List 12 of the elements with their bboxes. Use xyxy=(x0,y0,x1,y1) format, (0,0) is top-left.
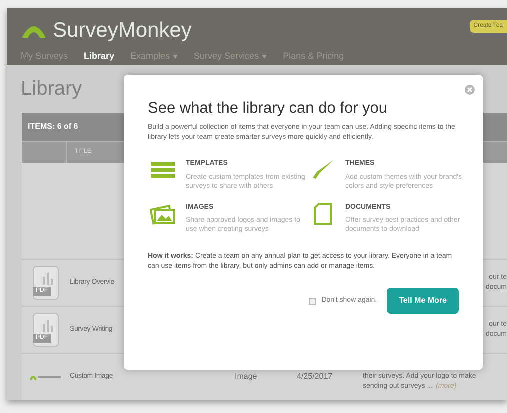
close-icon[interactable] xyxy=(465,85,475,95)
row-type: Image xyxy=(235,371,258,383)
checkbox[interactable] xyxy=(308,298,316,305)
items-count: ITEMS: 6 of 6 xyxy=(28,121,78,133)
photos-icon xyxy=(150,202,176,225)
logo-text: SurveyMonkey xyxy=(53,20,192,41)
dialog-title: See what the library can do for you xyxy=(148,99,389,118)
row-date: 4/25/2017 xyxy=(297,371,334,383)
tell-me-more-button[interactable]: Tell Me More xyxy=(387,288,459,314)
nav-link[interactable]: Library xyxy=(84,50,115,64)
logo-thumbnail-icon xyxy=(30,373,62,381)
page-title: Library xyxy=(21,79,82,99)
